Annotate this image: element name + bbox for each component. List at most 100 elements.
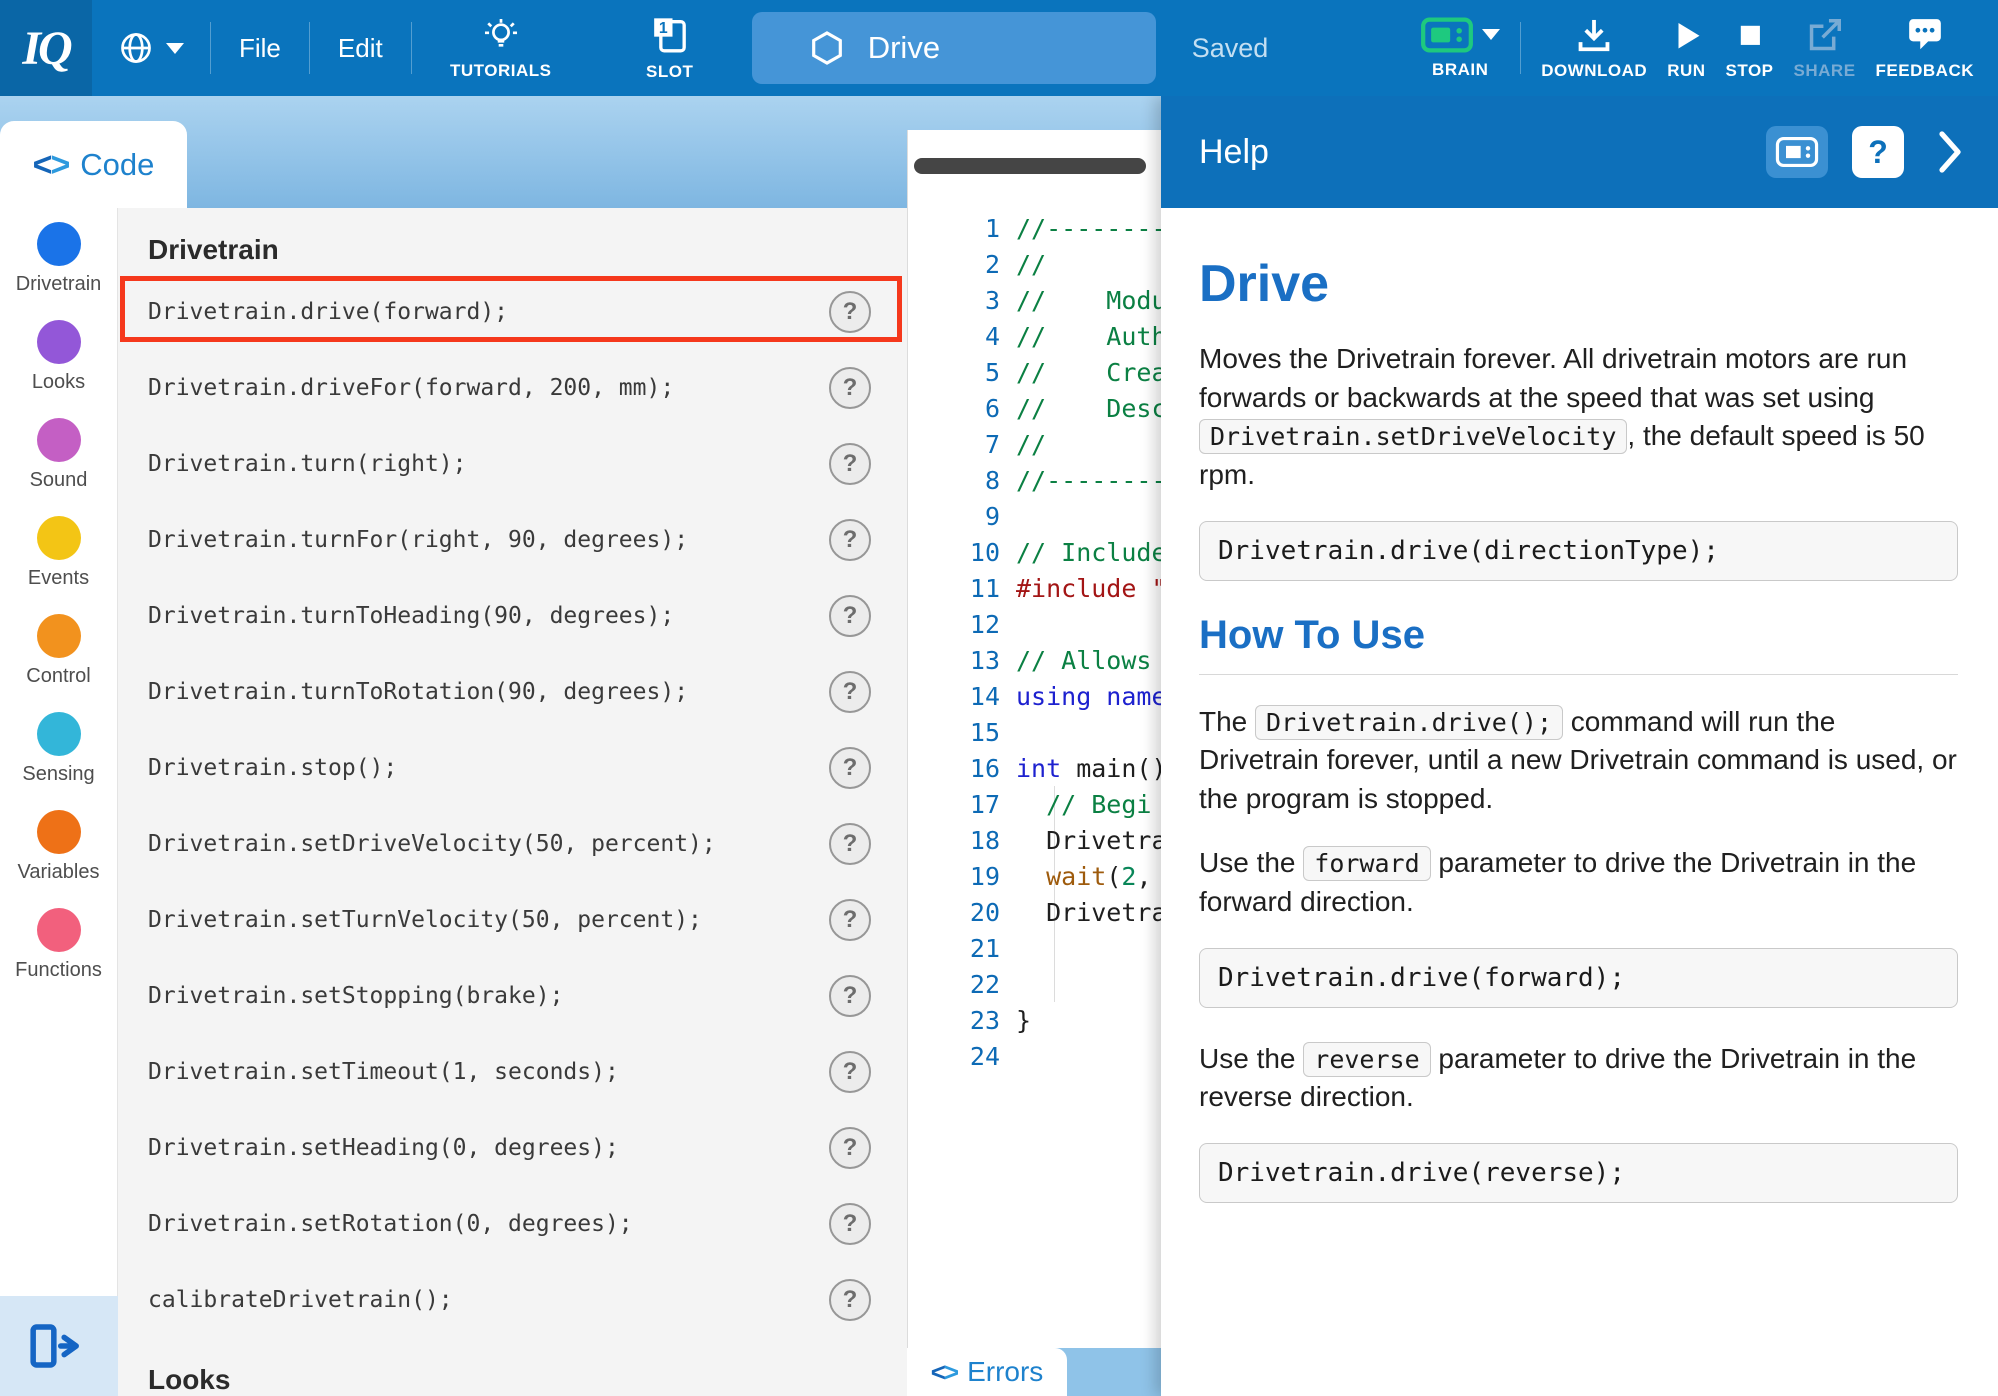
command-text: Drivetrain.setHeading(0, degrees); xyxy=(148,1135,829,1161)
code-token: main() { xyxy=(1061,754,1161,783)
line-code: //---------------------------- xyxy=(1000,466,1161,495)
brain-icon xyxy=(1420,17,1474,53)
line-code: } xyxy=(1000,1006,1031,1035)
command-help-button[interactable]: ? xyxy=(829,367,871,409)
menu-edit[interactable]: Edit xyxy=(310,33,411,64)
slot-number: 1 xyxy=(659,20,668,37)
help-paragraph-1: The Drivetrain.drive(); command will run… xyxy=(1199,703,1958,819)
menu-file[interactable]: File xyxy=(211,33,309,64)
project-name: Drive xyxy=(868,30,940,66)
editor-line: 8//---------------------------- xyxy=(908,462,1161,498)
command-row[interactable]: Drivetrain.stop();? xyxy=(118,730,907,806)
category-dot xyxy=(37,222,81,266)
inline-code-reverse: reverse xyxy=(1303,1042,1430,1077)
panel-toggle-button[interactable] xyxy=(0,1296,118,1396)
horizontal-scrollbar[interactable] xyxy=(914,158,1146,174)
code-tab-label: Code xyxy=(80,147,154,183)
line-number: 16 xyxy=(908,754,1000,783)
line-code: //---------------------------- xyxy=(1000,214,1161,243)
help-brain-button[interactable] xyxy=(1766,126,1828,178)
editor-line: 13// Allows xyxy=(908,642,1161,678)
command-help-button[interactable]: ? xyxy=(829,1051,871,1093)
project-name-button[interactable]: Drive xyxy=(752,12,1156,84)
command-help-button[interactable]: ? xyxy=(829,671,871,713)
sidebar-item-drivetrain[interactable]: Drivetrain xyxy=(0,210,117,308)
help-collapse-button[interactable] xyxy=(1936,130,1964,174)
sidebar-item-control[interactable]: Control xyxy=(0,602,117,700)
command-row[interactable]: Drivetrain.setDriveVelocity(50, percent)… xyxy=(118,806,907,882)
download-button[interactable]: DOWNLOAD xyxy=(1541,16,1647,81)
command-help-button[interactable]: ? xyxy=(829,519,871,561)
sidebar-item-variables[interactable]: Variables xyxy=(0,798,117,896)
brain-button[interactable]: BRAIN xyxy=(1420,17,1500,80)
caret-down-icon xyxy=(166,43,184,54)
command-row[interactable]: calibrateDrivetrain();? xyxy=(118,1262,907,1338)
command-help-button[interactable]: ? xyxy=(829,443,871,485)
help-header: Help ? xyxy=(1161,96,1998,208)
command-help-button[interactable]: ? xyxy=(829,975,871,1017)
category-label: Variables xyxy=(18,861,100,884)
command-help-button[interactable]: ? xyxy=(829,1203,871,1245)
command-row[interactable]: Drivetrain.setStopping(brake);? xyxy=(118,958,907,1034)
stop-icon xyxy=(1733,16,1767,54)
inline-code-setdrivevelocity: Drivetrain.setDriveVelocity xyxy=(1199,419,1627,454)
command-row[interactable]: Drivetrain.turn(right);? xyxy=(118,426,907,502)
command-row[interactable]: Drivetrain.setRotation(0, degrees);? xyxy=(118,1186,907,1262)
download-label: DOWNLOAD xyxy=(1541,61,1647,81)
brain-label: BRAIN xyxy=(1432,60,1488,80)
tab-errors[interactable]: <> Errors xyxy=(907,1348,1067,1396)
command-help-button[interactable]: ? xyxy=(829,823,871,865)
line-number: 10 xyxy=(908,538,1000,567)
editor-line: 9 xyxy=(908,498,1161,534)
code-editor[interactable]: 1//----------------------------2//3// Mo… xyxy=(907,130,1161,1396)
category-label: Control xyxy=(26,665,90,688)
command-row[interactable]: Drivetrain.turnFor(right, 90, degrees);? xyxy=(118,502,907,578)
command-row[interactable]: Drivetrain.drive(forward);? xyxy=(118,274,907,350)
stop-button[interactable]: STOP xyxy=(1726,16,1774,81)
line-code: // Auth xyxy=(1000,322,1161,351)
sidebar-item-looks[interactable]: Looks xyxy=(0,308,117,406)
command-row[interactable]: Drivetrain.driveFor(forward, 200, mm);? xyxy=(118,350,907,426)
line-code: #include " xyxy=(1000,574,1161,603)
feedback-button[interactable]: FEEDBACK xyxy=(1876,16,1974,81)
top-toolbar: IQ File Edit TUTORIALS 1 SLOT Drive xyxy=(0,0,1998,96)
command-row[interactable]: Drivetrain.turnToRotation(90, degrees);? xyxy=(118,654,907,730)
command-help-button[interactable]: ? xyxy=(829,1279,871,1321)
sidebar-item-functions[interactable]: Functions xyxy=(0,896,117,994)
code-token: int xyxy=(1016,754,1061,783)
category-dot xyxy=(37,810,81,854)
run-label: RUN xyxy=(1667,61,1705,81)
command-help-button[interactable]: ? xyxy=(829,291,871,333)
command-help-button[interactable]: ? xyxy=(829,747,871,789)
category-dot xyxy=(37,614,81,658)
language-selector[interactable] xyxy=(92,30,210,66)
sidebar-item-sound[interactable]: Sound xyxy=(0,406,117,504)
sidebar-item-events[interactable]: Events xyxy=(0,504,117,602)
editor-line: 15 xyxy=(908,714,1161,750)
command-help-button[interactable]: ? xyxy=(829,1127,871,1169)
command-row[interactable]: Drivetrain.setTimeout(1, seconds);? xyxy=(118,1034,907,1110)
command-row[interactable]: Drivetrain.setHeading(0, degrees);? xyxy=(118,1110,907,1186)
help-paragraph-2: Use the forward parameter to drive the D… xyxy=(1199,844,1958,921)
command-row[interactable]: Drivetrain.setTurnVelocity(50, percent);… xyxy=(118,882,907,958)
category-label: Events xyxy=(28,567,89,590)
code-sample-directiontype: Drivetrain.drive(directionType); xyxy=(1199,521,1958,581)
help-question-toggle-button[interactable]: ? xyxy=(1852,126,1904,178)
category-dot xyxy=(37,418,81,462)
slot-button[interactable]: 1 SLOT xyxy=(624,15,716,82)
line-number: 23 xyxy=(908,1006,1000,1035)
line-number: 13 xyxy=(908,646,1000,675)
command-row[interactable]: Drivetrain.turnToHeading(90, degrees);? xyxy=(118,578,907,654)
sidebar-item-sensing[interactable]: Sensing xyxy=(0,700,117,798)
line-number: 12 xyxy=(908,610,1000,639)
command-text: calibrateDrivetrain(); xyxy=(148,1287,829,1313)
line-number: 9 xyxy=(908,502,1000,531)
command-help-button[interactable]: ? xyxy=(829,899,871,941)
run-button[interactable]: RUN xyxy=(1667,16,1705,81)
tab-code[interactable]: <> Code xyxy=(0,121,187,208)
line-number: 5 xyxy=(908,358,1000,387)
command-help-button[interactable]: ? xyxy=(829,595,871,637)
tutorials-button[interactable]: TUTORIALS xyxy=(428,16,574,81)
editor-line: 20 Drivetra xyxy=(908,894,1161,930)
line-code: // Include xyxy=(1000,538,1161,567)
